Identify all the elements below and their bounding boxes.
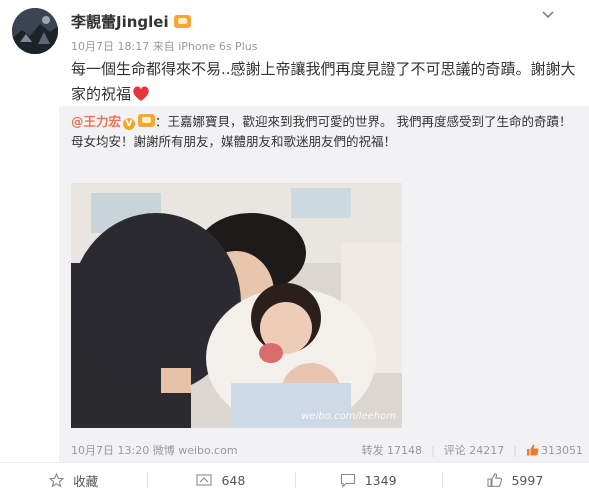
post-text: 每一個生命都得來不易..感謝上帝讓我們再度見證了不可思議的奇蹟。謝謝大家的祝福 xyxy=(71,57,576,107)
repost-card[interactable]: @王力宏 V ：王嘉娜寶貝，歡迎來到我們可愛的世界。 我們再度感受到了生命的奇蹟！ … xyxy=(59,106,589,462)
comment-button[interactable]: 1349 xyxy=(294,463,442,497)
divider: | xyxy=(431,443,435,457)
post-date[interactable]: 10月7日 18:17 xyxy=(71,40,149,53)
repost-button[interactable]: 648 xyxy=(147,463,294,497)
comment-count: 1349 xyxy=(364,472,397,488)
mention-link[interactable]: @王力宏 xyxy=(71,114,121,129)
like-count-link[interactable]: 313051 xyxy=(526,444,583,457)
repost-text: @王力宏 V ：王嘉娜寶貝，歡迎來到我們可愛的世界。 我們再度感受到了生命的奇蹟！ … xyxy=(71,112,581,152)
comment-count-link[interactable]: 评论 24217 xyxy=(444,442,505,458)
repost-date[interactable]: 10月7日 13:20 xyxy=(71,444,149,457)
thumbs-up-icon xyxy=(527,444,539,455)
divider: | xyxy=(513,443,517,457)
like-button[interactable]: 5997 xyxy=(441,463,589,497)
collect-button[interactable]: 收藏 xyxy=(0,463,147,497)
author-name-text[interactable]: 李靚蕾Jinglei xyxy=(71,11,169,32)
post-photo[interactable]: weibo.com/leehom xyxy=(71,183,402,428)
repost-client[interactable]: 微博 weibo.com xyxy=(153,444,238,457)
source-prefix: 来自 xyxy=(152,40,175,53)
verified-v-icon: V xyxy=(123,118,136,130)
action-bar: 收藏 648 1349 5997 xyxy=(0,462,589,497)
avatar[interactable] xyxy=(12,8,58,54)
repost-footer: 10月7日 13:20 微博 weibo.com 转发 17148 | 评论 2… xyxy=(59,440,589,460)
like-count-bottom: 5997 xyxy=(511,472,544,488)
repost-icon xyxy=(196,474,212,486)
post-meta: 10月7日 18:17 来自 iPhone 6s Plus xyxy=(71,38,257,54)
like-count: 313051 xyxy=(541,443,583,457)
post-source[interactable]: iPhone 6s Plus xyxy=(178,40,257,53)
chevron-down-icon[interactable] xyxy=(539,6,557,24)
comment-icon xyxy=(340,473,355,488)
collect-label: 收藏 xyxy=(73,473,99,489)
vip-badge-icon xyxy=(173,15,191,28)
thumbs-up-icon xyxy=(487,473,503,487)
repost-count-link[interactable]: 转发 17148 xyxy=(362,442,423,458)
author-name[interactable]: 李靚蕾Jinglei xyxy=(71,11,191,32)
vip-badge-icon xyxy=(138,114,156,127)
photo-watermark: weibo.com/leehom xyxy=(301,411,396,422)
star-icon xyxy=(49,472,65,488)
heart-emoji-icon xyxy=(133,86,149,101)
repost-count: 648 xyxy=(221,472,246,488)
